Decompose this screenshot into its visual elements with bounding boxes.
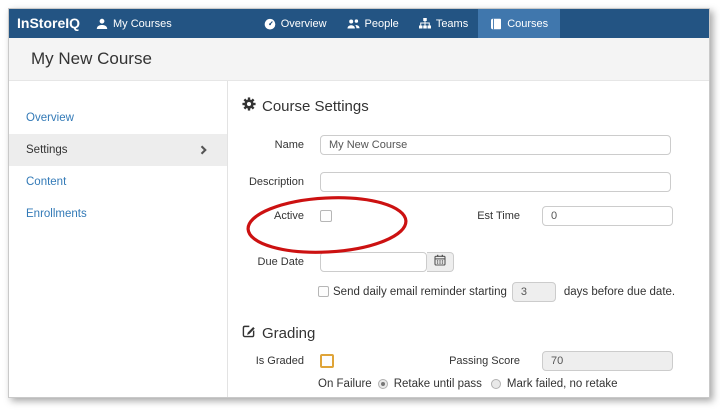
due-date-label: Due Date <box>257 256 304 268</box>
nav-label: Courses <box>507 17 549 30</box>
description-input[interactable] <box>320 172 671 192</box>
name-input[interactable] <box>320 135 671 155</box>
sidebar-item-label: Content <box>26 176 67 188</box>
nav-label: People <box>364 17 399 30</box>
retake-radio[interactable] <box>377 379 388 389</box>
content-area: Overview Settings Content Enrollments Co… <box>9 81 709 397</box>
active-checkbox[interactable] <box>320 210 332 222</box>
nav-item-overview[interactable]: Overview <box>254 9 337 38</box>
calendar-icon <box>434 253 446 271</box>
pencil-square-icon <box>242 324 256 342</box>
sidebar-item-label: Enrollments <box>26 208 87 220</box>
due-date-input[interactable] <box>320 252 427 272</box>
mark-failed-radio[interactable] <box>490 379 501 389</box>
section-title: Grading <box>262 324 316 342</box>
nav-item-my-courses[interactable]: My Courses <box>86 9 182 38</box>
is-graded-label: Is Graded <box>255 355 304 367</box>
settings-panel: Course Settings Name Description Active … <box>228 81 709 397</box>
is-graded-row: Is Graded Passing Score <box>242 351 691 371</box>
nav-label: Teams <box>435 17 469 30</box>
passing-score-input[interactable] <box>542 351 673 371</box>
section-title: Course Settings <box>262 97 369 115</box>
grading-heading: Grading <box>242 324 691 342</box>
top-navbar: InStoreIQ My Courses Overview People Tea… <box>9 9 709 38</box>
nav-item-courses[interactable]: Courses <box>478 9 561 38</box>
page-header: My New Course <box>9 38 709 81</box>
reminder-checkbox[interactable] <box>318 286 329 297</box>
nav-label: My Courses <box>113 17 172 30</box>
chevron-right-icon <box>200 145 207 158</box>
sidebar-item-label: Settings <box>26 144 68 156</box>
nav-item-people[interactable]: People <box>337 9 409 38</box>
active-row: Active Est Time <box>242 205 691 227</box>
nav-label: Overview <box>280 17 327 30</box>
passing-score-label: Passing Score <box>449 355 520 367</box>
sidebar-item-content[interactable]: Content <box>9 166 227 198</box>
reminder-text-prefix: Send daily email reminder starting <box>333 285 507 298</box>
sidebar-item-label: Overview <box>26 112 74 124</box>
on-failure-label: On Failure <box>318 378 372 390</box>
sidebar-item-settings[interactable]: Settings <box>9 134 227 166</box>
people-icon <box>347 18 360 30</box>
sidebar-item-enrollments[interactable]: Enrollments <box>9 198 227 230</box>
book-icon <box>490 18 502 30</box>
on-failure-row: On Failure Retake until pass Mark failed… <box>318 376 691 392</box>
name-row: Name <box>242 135 691 155</box>
calendar-button[interactable] <box>427 252 454 272</box>
gear-icon <box>242 97 256 115</box>
est-time-input[interactable] <box>542 206 673 226</box>
description-label: Description <box>248 176 304 188</box>
user-icon <box>96 18 108 30</box>
due-date-row: Due Date <box>242 252 691 272</box>
reminder-text-suffix: days before due date. <box>563 285 676 298</box>
active-label: Active <box>274 210 304 222</box>
nav-item-teams[interactable]: Teams <box>409 9 478 38</box>
mark-failed-radio-label: Mark failed, no retake <box>506 378 618 390</box>
dashboard-icon <box>264 18 276 30</box>
app-window: InStoreIQ My Courses Overview People Tea… <box>8 8 710 398</box>
is-graded-checkbox[interactable] <box>320 354 334 368</box>
est-time-label: Est Time <box>477 210 520 222</box>
brand-logo[interactable]: InStoreIQ <box>9 9 86 38</box>
reminder-days-input[interactable] <box>511 281 556 302</box>
sidebar: Overview Settings Content Enrollments <box>9 81 228 397</box>
course-settings-heading: Course Settings <box>242 97 691 115</box>
name-label: Name <box>274 139 304 151</box>
reminder-row: Send daily email reminder starting days … <box>318 281 691 302</box>
sitemap-icon <box>418 18 431 29</box>
page-title: My New Course <box>31 49 152 68</box>
retake-radio-label: Retake until pass <box>393 378 482 390</box>
sidebar-item-overview[interactable]: Overview <box>9 102 227 134</box>
description-row: Description <box>242 172 691 192</box>
